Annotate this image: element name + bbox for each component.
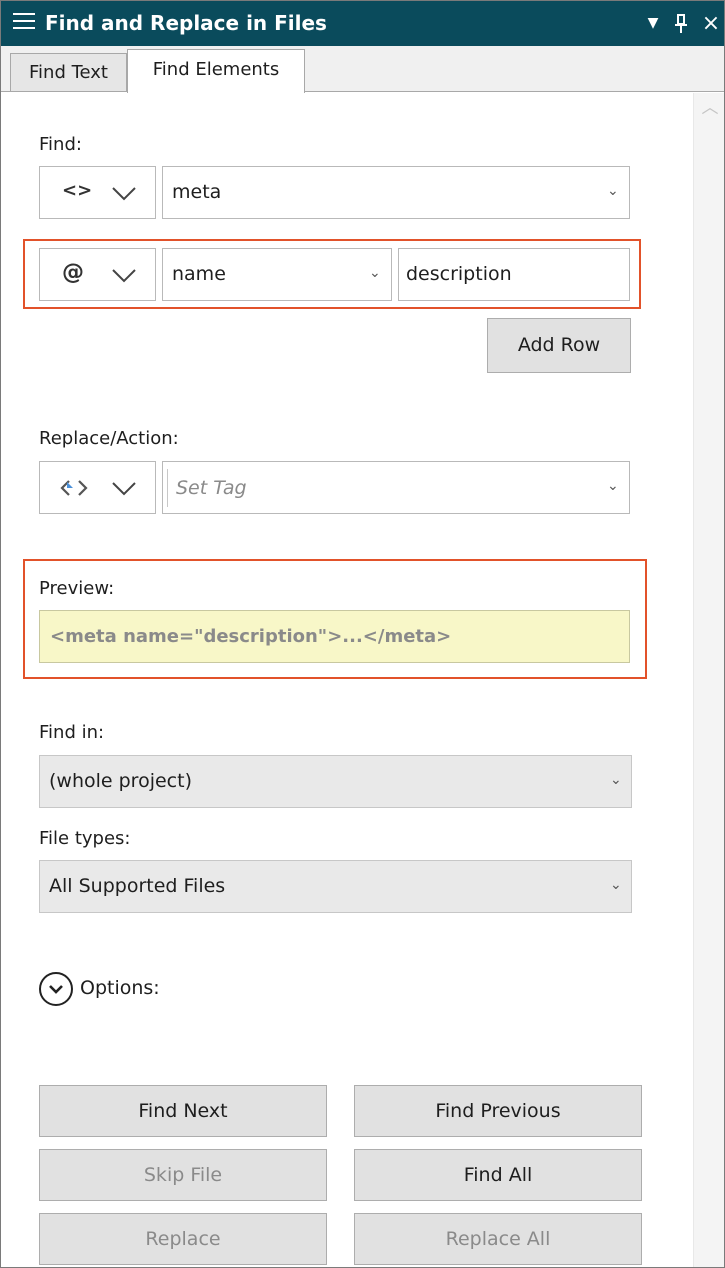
preview-box: <meta name="description">...</meta> [39, 610, 630, 663]
action-combo[interactable]: Set Tag ⌄ [162, 461, 630, 514]
find-label: Find: [39, 134, 82, 155]
pin-svg [675, 14, 687, 33]
attribute-value-input[interactable]: description [398, 248, 630, 301]
options-label: Options: [80, 977, 160, 999]
file-types-value: All Supported Files [49, 875, 226, 897]
chevron-down-icon [49, 985, 63, 994]
add-row-button[interactable]: Add Row [487, 318, 631, 373]
skip-file-button[interactable]: Skip File [39, 1149, 327, 1201]
chevron-down-icon: ⌄ [369, 265, 381, 281]
tab-find-elements[interactable]: Find Elements [127, 49, 305, 93]
action-type-selector[interactable] [39, 461, 156, 514]
find-elements-content: Find: <> meta ⌄ @ name ⌄ description Add… [1, 93, 693, 1267]
replace-all-button[interactable]: Replace All [354, 1213, 642, 1265]
chevron-down-icon [112, 269, 136, 283]
tag-type-selector[interactable]: <> [39, 166, 156, 219]
find-next-button[interactable]: Find Next [39, 1085, 327, 1137]
tag-brackets-icon: <> [62, 180, 93, 201]
panel-title: Find and Replace in Files [45, 11, 327, 35]
find-in-value: (whole project) [49, 770, 192, 792]
at-sign-icon: @ [62, 260, 84, 285]
find-all-button[interactable]: Find All [354, 1149, 642, 1201]
pin-icon[interactable] [672, 1, 690, 50]
file-types-combo[interactable]: All Supported Files ⌄ [39, 860, 632, 913]
attribute-type-selector[interactable]: @ [39, 248, 156, 301]
file-types-label: File types: [39, 828, 131, 849]
chevron-down-icon: ⌄ [607, 478, 619, 494]
replace-button[interactable]: Replace [39, 1213, 327, 1265]
title-bar: Find and Replace in Files ▼ × [1, 1, 724, 46]
close-icon[interactable]: × [700, 1, 722, 46]
chevron-down-icon [112, 187, 136, 201]
attribute-name-combo[interactable]: name ⌄ [162, 248, 392, 301]
window-position-dropdown-icon[interactable]: ▼ [644, 1, 662, 46]
find-previous-button[interactable]: Find Previous [354, 1085, 642, 1137]
tab-find-text[interactable]: Find Text [10, 53, 127, 92]
replace-action-label: Replace/Action: [39, 428, 179, 449]
set-tag-action-icon [60, 480, 88, 496]
chevron-down-icon: ⌄ [610, 877, 622, 893]
find-in-label: Find in: [39, 722, 105, 743]
action-placeholder: Set Tag [167, 469, 247, 507]
tab-strip: Find Text Find Elements [1, 46, 724, 93]
tag-name-value: meta [172, 181, 222, 203]
attribute-value-text: description [406, 263, 512, 285]
preview-label: Preview: [39, 578, 115, 599]
find-in-combo[interactable]: (whole project) ⌄ [39, 755, 632, 808]
tag-name-combo[interactable]: meta ⌄ [162, 166, 630, 219]
find-replace-panel: Find and Replace in Files ▼ × Find Text … [0, 0, 725, 1268]
attribute-name-value: name [172, 263, 226, 285]
chevron-down-icon: ⌄ [610, 772, 622, 788]
chevron-down-icon: ⌄ [607, 183, 619, 199]
hamburger-menu-icon[interactable] [13, 13, 35, 33]
chevron-down-icon [112, 482, 136, 496]
preview-text: <meta name="description">...</meta> [50, 626, 452, 647]
vertical-scrollbar[interactable]: ︿ [693, 93, 724, 1267]
scroll-up-arrow-icon[interactable]: ︿ [694, 93, 724, 119]
options-expand-icon[interactable] [39, 972, 73, 1006]
